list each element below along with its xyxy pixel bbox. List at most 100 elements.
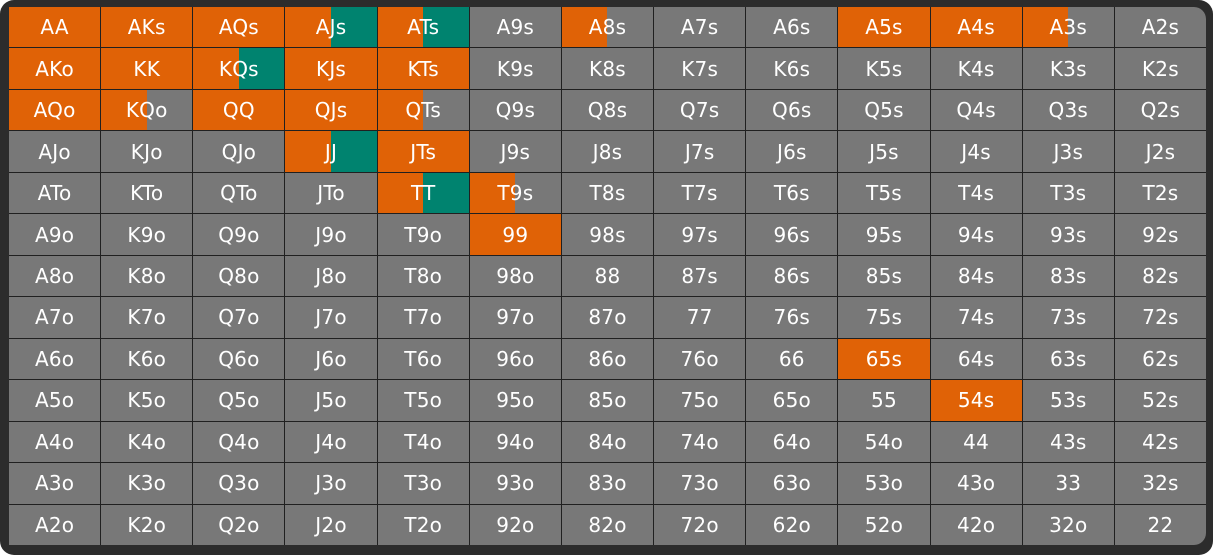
hand-cell[interactable]: T8o xyxy=(377,255,469,297)
hand-cell[interactable]: A6o xyxy=(9,338,101,380)
hand-cell[interactable]: J9o xyxy=(285,214,377,255)
hand-cell[interactable]: T5s xyxy=(838,172,930,214)
hand-cell[interactable]: K8s xyxy=(561,48,654,89)
hand-cell[interactable]: KTo xyxy=(101,172,193,214)
hand-cell[interactable]: 87o xyxy=(561,297,654,338)
hand-cell[interactable]: 52s xyxy=(1114,380,1206,421)
hand-cell[interactable]: K4o xyxy=(101,421,193,463)
hand-cell[interactable]: Q5s xyxy=(838,89,930,131)
hand-cell[interactable]: 63o xyxy=(746,463,838,504)
hand-cell[interactable]: 94s xyxy=(930,214,1022,255)
hand-cell[interactable]: KQo xyxy=(101,89,193,131)
hand-cell[interactable]: JJ xyxy=(285,131,377,172)
hand-cell[interactable]: ATo xyxy=(9,172,101,214)
hand-cell[interactable]: 88 xyxy=(561,255,654,297)
hand-cell[interactable]: J2o xyxy=(285,504,377,545)
hand-cell[interactable]: 84o xyxy=(561,421,654,463)
hand-cell[interactable]: T2s xyxy=(1114,172,1206,214)
hand-cell[interactable]: 72o xyxy=(654,504,746,545)
hand-cell[interactable]: Q7s xyxy=(654,89,746,131)
hand-cell[interactable]: 93o xyxy=(469,463,561,504)
hand-cell[interactable]: T4s xyxy=(930,172,1022,214)
hand-cell[interactable]: Q3o xyxy=(193,463,285,504)
hand-cell[interactable]: A3o xyxy=(9,463,101,504)
hand-cell[interactable]: K3s xyxy=(1022,48,1114,89)
hand-cell[interactable]: K5s xyxy=(838,48,930,89)
hand-cell[interactable]: Q7o xyxy=(193,297,285,338)
hand-cell[interactable]: T9o xyxy=(377,214,469,255)
hand-cell[interactable]: 53o xyxy=(838,463,930,504)
hand-cell[interactable]: KTs xyxy=(377,48,469,89)
hand-cell[interactable]: A9o xyxy=(9,214,101,255)
hand-cell[interactable]: 32o xyxy=(1022,504,1114,545)
hand-cell[interactable]: 55 xyxy=(838,380,930,421)
hand-cell[interactable]: 54s xyxy=(930,380,1022,421)
hand-cell[interactable]: A6s xyxy=(746,7,838,48)
hand-cell[interactable]: J5o xyxy=(285,380,377,421)
hand-cell[interactable]: A4s xyxy=(930,7,1022,48)
hand-cell[interactable]: A7o xyxy=(9,297,101,338)
hand-cell[interactable]: KJs xyxy=(285,48,377,89)
hand-cell[interactable]: AA xyxy=(9,7,101,48)
hand-cell[interactable]: T6o xyxy=(377,338,469,380)
hand-cell[interactable]: 93s xyxy=(1022,214,1114,255)
hand-cell[interactable]: A9s xyxy=(469,7,561,48)
hand-cell[interactable]: 98s xyxy=(561,214,654,255)
hand-cell[interactable]: A3s xyxy=(1022,7,1114,48)
hand-cell[interactable]: 53s xyxy=(1022,380,1114,421)
hand-cell[interactable]: Q8o xyxy=(193,255,285,297)
hand-cell[interactable]: 86o xyxy=(561,338,654,380)
hand-cell[interactable]: K7s xyxy=(654,48,746,89)
hand-cell[interactable]: 43o xyxy=(930,463,1022,504)
hand-cell[interactable]: T3o xyxy=(377,463,469,504)
hand-cell[interactable]: Q2s xyxy=(1114,89,1206,131)
hand-cell[interactable]: J3o xyxy=(285,463,377,504)
hand-cell[interactable]: 63s xyxy=(1022,338,1114,380)
hand-cell[interactable]: 76o xyxy=(654,338,746,380)
hand-cell[interactable]: 52o xyxy=(838,504,930,545)
hand-cell[interactable]: 85s xyxy=(838,255,930,297)
hand-cell[interactable]: T9s xyxy=(469,172,561,214)
hand-cell[interactable]: K6s xyxy=(746,48,838,89)
hand-cell[interactable]: 97s xyxy=(654,214,746,255)
hand-cell[interactable]: QJs xyxy=(285,89,377,131)
hand-cell[interactable]: AKs xyxy=(101,7,193,48)
hand-cell[interactable]: Q9o xyxy=(193,214,285,255)
hand-cell[interactable]: T2o xyxy=(377,504,469,545)
hand-cell[interactable]: 96o xyxy=(469,338,561,380)
hand-cell[interactable]: 96s xyxy=(746,214,838,255)
hand-cell[interactable]: 32s xyxy=(1114,463,1206,504)
hand-cell[interactable]: AQo xyxy=(9,89,101,131)
hand-cell[interactable]: 83s xyxy=(1022,255,1114,297)
hand-cell[interactable]: Q3s xyxy=(1022,89,1114,131)
hand-cell[interactable]: 64s xyxy=(930,338,1022,380)
hand-cell[interactable]: 94o xyxy=(469,421,561,463)
hand-cell[interactable]: T6s xyxy=(746,172,838,214)
hand-cell[interactable]: T7o xyxy=(377,297,469,338)
hand-cell[interactable]: 33 xyxy=(1022,463,1114,504)
hand-cell[interactable]: KJo xyxy=(101,131,193,172)
hand-cell[interactable]: A8s xyxy=(561,7,654,48)
hand-cell[interactable]: 99 xyxy=(469,214,561,255)
hand-cell[interactable]: KK xyxy=(101,48,193,89)
hand-cell[interactable]: K9s xyxy=(469,48,561,89)
hand-cell[interactable]: Q9s xyxy=(469,89,561,131)
hand-cell[interactable]: Q6s xyxy=(746,89,838,131)
hand-cell[interactable]: 77 xyxy=(654,297,746,338)
hand-cell[interactable]: A2s xyxy=(1114,7,1206,48)
hand-cell[interactable]: 82o xyxy=(561,504,654,545)
hand-cell[interactable]: 42s xyxy=(1114,421,1206,463)
hand-cell[interactable]: 54o xyxy=(838,421,930,463)
hand-cell[interactable]: 62o xyxy=(746,504,838,545)
hand-cell[interactable]: JTs xyxy=(377,131,469,172)
hand-cell[interactable]: J4s xyxy=(930,131,1022,172)
hand-cell[interactable]: K6o xyxy=(101,338,193,380)
hand-cell[interactable]: J8o xyxy=(285,255,377,297)
hand-cell[interactable]: ATs xyxy=(377,7,469,48)
hand-cell[interactable]: JTo xyxy=(285,172,377,214)
hand-cell[interactable]: 65o xyxy=(746,380,838,421)
hand-cell[interactable]: 74o xyxy=(654,421,746,463)
hand-cell[interactable]: QTs xyxy=(377,89,469,131)
hand-cell[interactable]: Q5o xyxy=(193,380,285,421)
hand-cell[interactable]: 92o xyxy=(469,504,561,545)
